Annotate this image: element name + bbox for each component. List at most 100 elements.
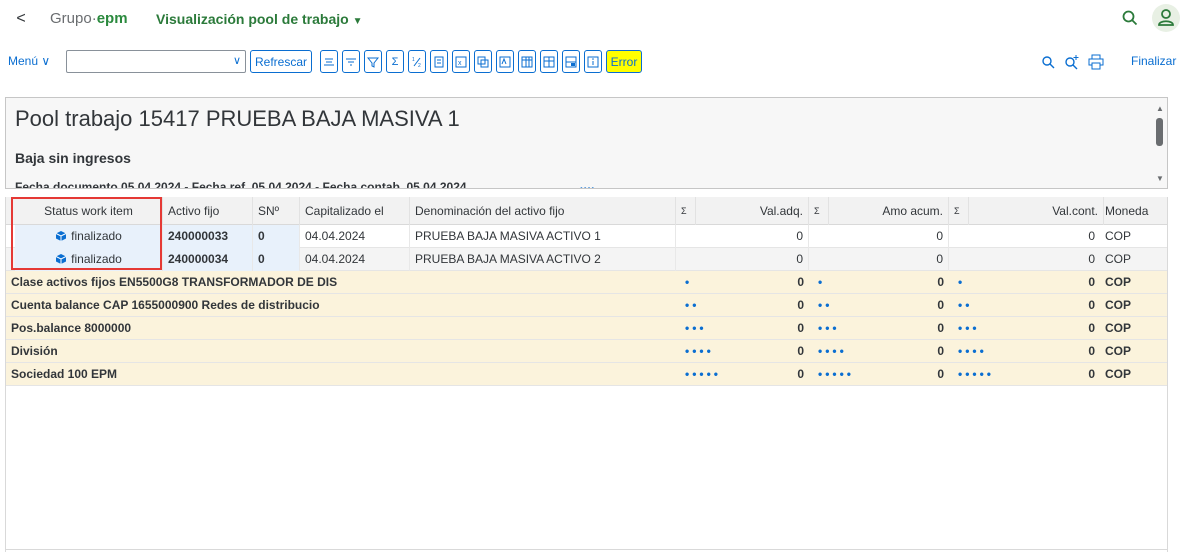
book-value-cell[interactable]: 0: [949, 248, 1100, 271]
search-icon[interactable]: [1121, 9, 1139, 27]
subtotal-label: Sociedad 100 EPM: [11, 367, 118, 381]
error-button[interactable]: Error: [606, 50, 642, 73]
col-sn[interactable]: SNº: [253, 197, 300, 225]
layout-icon[interactable]: [518, 50, 536, 73]
filter-icon[interactable]: [364, 50, 382, 73]
print-icon[interactable]: [1088, 54, 1104, 70]
subtotal-level-dots: •••: [685, 321, 707, 335]
subtotal-level-dots: ••••: [818, 344, 847, 358]
subtotal-book-value: 0: [1088, 321, 1095, 335]
sn-cell[interactable]: 0: [253, 248, 300, 271]
subtotal-label: Pos.balance 8000000: [11, 321, 132, 335]
subtotal-accum-dep: 0: [937, 275, 944, 289]
subtotal-acq-value: 0: [797, 344, 804, 358]
scroll-up-icon[interactable]: ▲: [1156, 104, 1164, 113]
status-cell[interactable]: finalizado: [15, 248, 163, 271]
subtotal-currency: COP: [1105, 298, 1132, 312]
align-icon[interactable]: [320, 50, 338, 73]
subtotal-row[interactable]: Clase activos fijos EN5500G8 TRANSFORMAD…: [6, 271, 1167, 294]
col-description[interactable]: Denominación del activo fijo: [410, 197, 676, 225]
col-book-value[interactable]: Val.cont.: [969, 197, 1104, 225]
scroll-down-icon[interactable]: ▼: [1156, 174, 1164, 183]
command-field[interactable]: ∨: [66, 50, 246, 73]
description-cell[interactable]: PRUEBA BAJA MASIVA ACTIVO 1: [410, 225, 676, 248]
col-accum-dep[interactable]: Amo acum.: [829, 197, 949, 225]
status-text: finalizado: [71, 229, 122, 243]
subtotal-row[interactable]: Pos.balance 8000000 ••• 0 ••• 0 ••• 0 CO…: [6, 317, 1167, 340]
subtotal-level-dots: •: [818, 275, 826, 289]
info-icon[interactable]: [584, 50, 602, 73]
col-asset[interactable]: Activo fijo: [163, 197, 253, 225]
chevron-down-icon[interactable]: ∨: [233, 54, 241, 67]
acq-value-cell[interactable]: 0: [676, 248, 809, 271]
abc-icon[interactable]: [496, 50, 514, 73]
page-title: Pool trabajo 15417 PRUEBA BAJA MASIVA 1: [15, 106, 460, 131]
col-currency[interactable]: Moneda: [1100, 197, 1167, 225]
status-cell[interactable]: finalizado: [15, 225, 163, 248]
grid-header: Status work item Activo fijo SNº Capital…: [6, 197, 1167, 225]
menu-button[interactable]: Menú ∨: [8, 54, 50, 68]
col-capitalized[interactable]: Capitalizado el: [300, 197, 410, 225]
export-icon[interactable]: x: [452, 50, 470, 73]
subtotal-row[interactable]: Cuenta balance CAP 1655000900 Redes de d…: [6, 294, 1167, 317]
subtotal-icon[interactable]: 12: [408, 50, 426, 73]
book-value-cell[interactable]: 0: [949, 225, 1100, 248]
status-cube-icon: [55, 231, 67, 241]
app-title-menu[interactable]: Visualización pool de trabajo ▼: [156, 11, 363, 27]
subtotal-level-dots: ••: [958, 298, 973, 312]
finalize-button[interactable]: Finalizar: [1131, 54, 1176, 68]
asset-cell[interactable]: 240000034: [163, 248, 253, 271]
find-next-icon[interactable]: [1064, 54, 1080, 70]
subtotal-acq-value: 0: [797, 298, 804, 312]
find-icon[interactable]: [1041, 55, 1055, 69]
save-layout-icon[interactable]: [562, 50, 580, 73]
subtotal-label: Cuenta balance CAP 1655000900 Redes de d…: [11, 298, 320, 312]
sum-icon[interactable]: Σ: [386, 50, 404, 73]
subtotal-acq-value: 0: [797, 275, 804, 289]
table-row[interactable]: finalizado 240000033 0 04.04.2024 PRUEBA…: [6, 225, 1167, 248]
page-subtitle: Baja sin ingresos: [15, 150, 131, 166]
refresh-button[interactable]: Refrescar: [250, 50, 312, 73]
asset-cell[interactable]: 240000033: [163, 225, 253, 248]
subtotal-row[interactable]: Sociedad 100 EPM ••••• 0 ••••• 0 ••••• 0…: [6, 363, 1167, 386]
status-cube-icon: [55, 254, 67, 264]
accum-dep-cell[interactable]: 0: [809, 248, 949, 271]
user-avatar[interactable]: [1152, 4, 1180, 32]
subtotal-level-dots: ••••: [958, 344, 987, 358]
asset-grid: Status work item Activo fijo SNº Capital…: [5, 197, 1168, 552]
header-scrollbar-thumb[interactable]: [1156, 118, 1163, 146]
subtotal-level-dots: ••: [818, 298, 833, 312]
refresh-label: Refrescar: [255, 54, 308, 69]
accum-dep-cell[interactable]: 0: [809, 225, 949, 248]
subtotal-level-dots: •••••: [818, 367, 855, 381]
status-text: finalizado: [71, 252, 122, 266]
currency-cell[interactable]: COP: [1100, 248, 1167, 271]
subtotal-currency: COP: [1105, 367, 1132, 381]
subtotal-accum-dep: 0: [937, 298, 944, 312]
subtotal-book-value: 0: [1088, 275, 1095, 289]
table-row[interactable]: finalizado 240000034 0 04.04.2024 PRUEBA…: [6, 248, 1167, 271]
sn-cell[interactable]: 0: [253, 225, 300, 248]
col-acq-value[interactable]: Val.adq.: [696, 197, 809, 225]
sort-icon[interactable]: [342, 50, 360, 73]
subtotal-accum-dep: 0: [937, 367, 944, 381]
app-title: Visualización pool de trabajo: [156, 11, 349, 27]
back-button[interactable]: <: [14, 10, 28, 28]
subtotal-accum-dep: 0: [937, 344, 944, 358]
select-layout-icon[interactable]: [540, 50, 558, 73]
copy-icon[interactable]: [474, 50, 492, 73]
acq-value-cell[interactable]: 0: [676, 225, 809, 248]
currency-cell[interactable]: COP: [1100, 225, 1167, 248]
col-status[interactable]: Status work item: [15, 197, 163, 225]
subtotal-currency: COP: [1105, 344, 1132, 358]
subtotal-level-dots: •••••: [958, 367, 995, 381]
capitalized-cell[interactable]: 04.04.2024: [300, 248, 410, 271]
svg-text:1: 1: [412, 57, 415, 63]
subtotal-row[interactable]: División •••• 0 •••• 0 •••• 0 COP: [6, 340, 1167, 363]
description-cell[interactable]: PRUEBA BAJA MASIVA ACTIVO 2: [410, 248, 676, 271]
splitter-handle[interactable]: ••••: [580, 184, 595, 188]
details-icon[interactable]: [430, 50, 448, 73]
sum-marker-icon: Σ: [949, 197, 969, 225]
capitalized-cell[interactable]: 04.04.2024: [300, 225, 410, 248]
brand-logo: Grupo·epm: [50, 10, 128, 27]
